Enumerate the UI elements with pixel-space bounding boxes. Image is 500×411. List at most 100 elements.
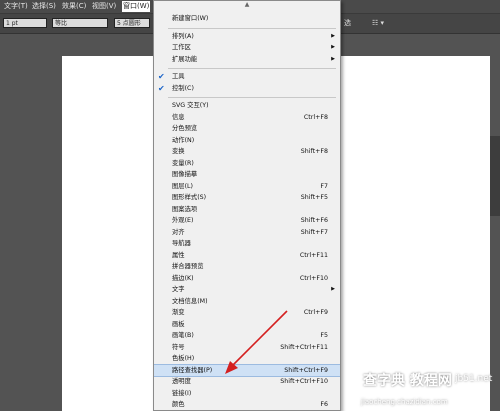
scroll-up-arrow-icon[interactable]: ▲: [154, 1, 340, 9]
menu-item[interactable]: 图像描摹: [154, 169, 340, 181]
collapsed-panel-strip[interactable]: [490, 136, 500, 216]
menu-item[interactable]: 新建窗口(W): [154, 13, 340, 25]
menu-item[interactable]: 文字 ▶: [154, 284, 340, 296]
menu-item-shortcut: F5: [320, 332, 328, 339]
menu-item-label: 属性: [172, 251, 185, 259]
menu-item-label: 图像描摹: [172, 171, 198, 178]
menu-item-label: 分色预览: [172, 125, 198, 132]
select-label[interactable]: 选: [344, 18, 351, 28]
window-menu-dropdown: ▲ 新建窗口(W) 排列(A) ▶ 工作区 ▶ 扩展功能 ▶ ✔ 工具 ✔ 控制(C) SVG 交互(…: [153, 0, 341, 411]
menu-item[interactable]: 变换 Shift+F8: [154, 146, 340, 158]
menu-item[interactable]: 扩展功能 ▶: [154, 54, 340, 66]
menu-item-label: 工具: [172, 73, 185, 80]
menu-item-shortcut: Ctrl+F11: [299, 251, 328, 259]
menu-item-shortcut: Shift+Ctrl+F11: [280, 343, 328, 351]
menu-select[interactable]: 选择(S): [32, 1, 56, 12]
menu-item[interactable]: 导航器: [154, 238, 340, 250]
menu-separator: [168, 68, 336, 69]
menu-item-label: 画笔(B): [172, 332, 194, 339]
stroke-weight-field[interactable]: 1 pt: [3, 18, 47, 28]
menu-text[interactable]: 文字(T): [4, 1, 28, 12]
menu-item-label: 画板: [172, 320, 185, 328]
menu-item-label: 导航器: [172, 240, 191, 247]
menu-item[interactable]: 分色预览: [154, 123, 340, 135]
menu-item-shortcut: F7: [320, 182, 328, 190]
menu-item-label: 控制(C): [172, 84, 194, 92]
checkmark-icon: ✔: [158, 72, 165, 81]
menu-item[interactable]: 动作(N): [154, 135, 340, 147]
menu-item[interactable]: 符号 Shift+Ctrl+F11: [154, 342, 340, 354]
menu-item[interactable]: 文档信息(M): [154, 296, 340, 308]
menu-item-shortcut: Ctrl+F10: [299, 274, 328, 282]
menu-item-shortcut: Shift+F6: [300, 217, 328, 224]
menu-item[interactable]: ✔ 控制(C): [154, 83, 340, 95]
variable-width-profile[interactable]: 等比: [52, 18, 108, 28]
menu-item-label: 新建窗口(W): [172, 15, 209, 22]
submenu-arrow-icon: ▶: [331, 55, 335, 62]
menu-item[interactable]: 渐变 Ctrl+F9: [154, 307, 340, 319]
menu-item-shortcut: Shift+F5: [300, 194, 328, 201]
menu-item-label: 变换: [172, 148, 185, 155]
menu-effect[interactable]: 效果(C): [62, 1, 86, 12]
menu-item[interactable]: SVG 交互(Y): [154, 100, 340, 112]
menu-item[interactable]: 图案选项: [154, 204, 340, 216]
menu-item[interactable]: 图层(L) F7: [154, 181, 340, 193]
menu-item[interactable]: 变量(R): [154, 158, 340, 170]
menu-item[interactable]: ✔ 工具: [154, 71, 340, 83]
menu-item[interactable]: 描边(K) Ctrl+F10: [154, 273, 340, 285]
menu-item[interactable]: 工作区 ▶: [154, 42, 340, 54]
menu-item-shortcut: Ctrl+F8: [303, 113, 328, 121]
menu-item-label: 描边(K): [172, 274, 194, 282]
menu-separator: [168, 97, 336, 98]
menu-separator: [168, 27, 336, 29]
submenu-arrow-icon: ▶: [331, 286, 335, 292]
menu-item-label: 文档信息(M): [172, 297, 208, 305]
menu-item[interactable]: 对齐 Shift+F7: [154, 227, 340, 239]
watermark: 查字典 教程网 jiaocheng.chazidian.com jb51.net: [355, 370, 500, 411]
checkmark-icon: ✔: [158, 83, 165, 93]
menu-item-label: 拼合器预览: [172, 263, 204, 270]
menu-item[interactable]: 画笔(B) F5: [154, 330, 340, 342]
menu-item[interactable]: 图形样式(S) Shift+F5: [154, 192, 340, 204]
menu-item-shortcut: Shift+F7: [300, 228, 328, 236]
menu-item[interactable]: 色板(H): [154, 353, 340, 365]
menu-item[interactable]: 信息 Ctrl+F8: [154, 112, 340, 124]
workspace-switcher-icon[interactable]: ☷ ▾: [372, 18, 384, 28]
menu-item-label: 扩展功能: [172, 55, 198, 63]
menu-item[interactable]: 画板: [154, 319, 340, 331]
brush-definition[interactable]: 5 点圆形: [114, 18, 150, 28]
menu-item-shortcut: Shift+Ctrl+F9: [284, 366, 328, 374]
menu-item-label: 信息: [172, 113, 185, 121]
menu-view[interactable]: 视图(V): [92, 1, 116, 12]
menu-item-label: 符号: [172, 343, 185, 351]
menu-item-label: 排列(A): [172, 32, 194, 40]
menu-item[interactable]: 拼合器预览: [154, 261, 340, 273]
submenu-arrow-icon: ▶: [331, 44, 335, 50]
submenu-arrow-icon: ▶: [331, 32, 335, 39]
menu-item-label: 图形样式(S): [172, 194, 207, 201]
menu-item-label: 变量(R): [172, 159, 194, 167]
menu-item[interactable]: 路径查找器(P) Shift+Ctrl+F9: [154, 363, 340, 377]
menu-item[interactable]: 属性 Ctrl+F11: [154, 250, 340, 262]
menu-item-label: 文字: [172, 286, 185, 293]
menu-item-label: 外观(E): [172, 217, 194, 224]
menu-item-shortcut: Ctrl+F9: [303, 309, 328, 316]
menu-item-label: 路径查找器(P): [172, 366, 213, 374]
menu-item[interactable]: 透明度 Shift+Ctrl+F10: [154, 376, 340, 388]
menu-item[interactable]: 颜色 F6: [154, 399, 340, 410]
menu-item-label: 色板(H): [172, 355, 195, 362]
watermark-site: jb51.net: [455, 374, 493, 384]
menu-item-label: 渐变: [172, 309, 185, 316]
watermark-url: jiaocheng.chazidian.com: [361, 398, 448, 406]
menu-item[interactable]: 链接(I): [154, 388, 340, 400]
watermark-text: 查字典 教程网: [363, 373, 452, 389]
menu-item-label: 透明度: [172, 378, 191, 385]
menu-item[interactable]: 排列(A) ▶: [154, 31, 340, 43]
menu-item-label: 工作区: [172, 44, 191, 51]
menu-item-shortcut: Shift+Ctrl+F10: [280, 378, 328, 385]
menu-window[interactable]: 窗口(W): [122, 1, 151, 12]
menu-item-label: 对齐: [172, 228, 185, 236]
menu-item[interactable]: 外观(E) Shift+F6: [154, 215, 340, 227]
menu-item-shortcut: F6: [320, 401, 328, 408]
menu-item-label: 颜色: [172, 401, 185, 408]
